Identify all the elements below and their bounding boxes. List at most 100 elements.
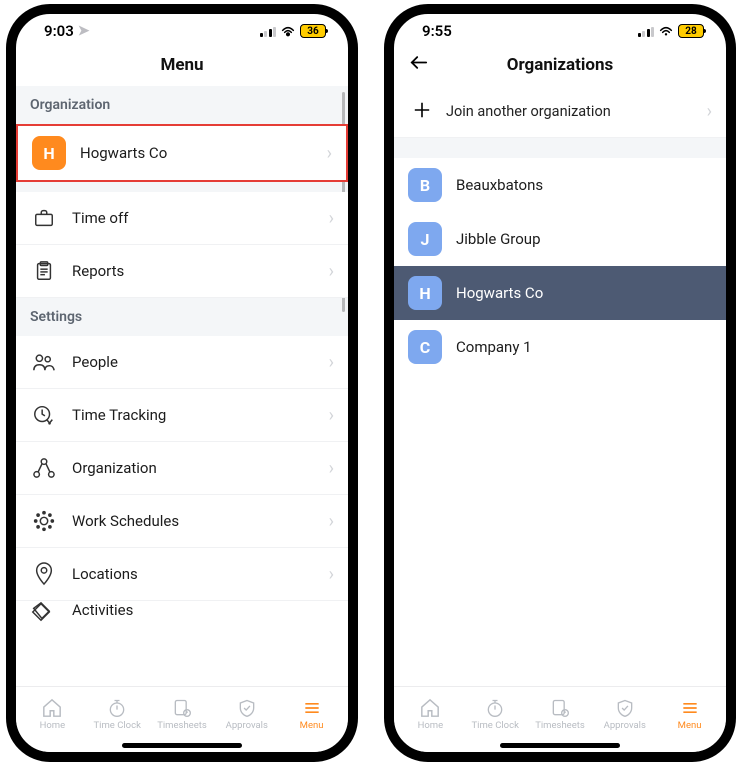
- chevron-right-icon: ›: [327, 143, 332, 164]
- screen-header: Menu: [16, 44, 348, 86]
- org-row-beauxbatons[interactable]: B Beauxbatons: [394, 158, 726, 212]
- org-row-hogwarts[interactable]: H Hogwarts Co: [394, 266, 726, 320]
- screen-header: Organizations: [394, 44, 726, 86]
- menu-item-locations[interactable]: Locations ›: [16, 548, 348, 601]
- screen-title: Menu: [160, 55, 203, 75]
- org-row-jibble-group[interactable]: J Jibble Group: [394, 212, 726, 266]
- cellular-signal-icon: [638, 26, 655, 37]
- home-icon: [419, 698, 441, 718]
- shield-check-icon: [236, 698, 258, 718]
- menu-item-label: People: [72, 353, 329, 371]
- timesheets-icon: [549, 698, 571, 718]
- chevron-right-icon: ›: [707, 101, 712, 122]
- status-icons: 36: [260, 24, 327, 38]
- chevron-right-icon: ›: [329, 458, 334, 479]
- screen: 9:03 ➤ 36 Menu Organization: [16, 14, 348, 752]
- tab-approvals[interactable]: Approvals: [217, 698, 277, 731]
- menu-item-work-schedules[interactable]: Work Schedules ›: [16, 495, 348, 548]
- menu-item-label: Time off: [72, 209, 329, 227]
- tab-label: Timesheets: [535, 720, 585, 731]
- shield-check-icon: [614, 698, 636, 718]
- tab-menu[interactable]: Menu: [660, 698, 720, 731]
- stopwatch-icon: [484, 698, 506, 718]
- clipboard-icon: [30, 260, 58, 282]
- tab-label: Time Clock: [93, 720, 140, 731]
- gear-dots-icon: [30, 509, 58, 533]
- wifi-icon: [280, 25, 296, 37]
- org-name: Jibble Group: [456, 230, 541, 248]
- status-bar: 9:03 ➤ 36: [16, 14, 348, 44]
- organization-row[interactable]: H Hogwarts Co ›: [16, 124, 348, 182]
- tab-label: Menu: [300, 720, 324, 731]
- battery-indicator: 28: [678, 24, 704, 38]
- cellular-signal-icon: [260, 26, 277, 37]
- join-organization-row[interactable]: Join another organization ›: [394, 86, 726, 138]
- chevron-right-icon: ›: [329, 208, 334, 229]
- tab-label: Approvals: [226, 720, 268, 731]
- chevron-right-icon: ›: [329, 511, 334, 532]
- menu-item-timeoff[interactable]: Time off ›: [16, 192, 348, 245]
- menu-item-label: Reports: [72, 262, 329, 280]
- tab-home[interactable]: Home: [22, 698, 82, 731]
- menu-item-label: Work Schedules: [72, 512, 329, 530]
- tab-label: Approvals: [604, 720, 646, 731]
- tab-home[interactable]: Home: [400, 698, 460, 731]
- wifi-icon: [658, 25, 674, 37]
- menu-list: Organization H Hogwarts Co › Time off › …: [16, 86, 348, 686]
- menu-item-activities[interactable]: Activities: [16, 601, 348, 623]
- tab-label: Timesheets: [157, 720, 207, 731]
- tab-timesheets[interactable]: Timesheets: [152, 698, 212, 731]
- status-time: 9:03: [44, 22, 74, 40]
- tab-menu[interactable]: Menu: [282, 698, 342, 731]
- menu-item-people[interactable]: People ›: [16, 336, 348, 389]
- phone-organizations: 9:55 28 Organizations: [384, 4, 736, 762]
- menu-item-label: Time Tracking: [72, 406, 329, 424]
- plus-svg-icon: [413, 101, 431, 119]
- menu-item-label: Locations: [72, 565, 329, 583]
- tab-label: Home: [40, 720, 66, 731]
- arrow-left-icon: [408, 54, 430, 72]
- status-bar: 9:55 28: [394, 14, 726, 44]
- tab-approvals[interactable]: Approvals: [595, 698, 655, 731]
- org-name: Hogwarts Co: [80, 144, 327, 162]
- briefcase-icon: [30, 207, 58, 229]
- menu-item-time-tracking[interactable]: Time Tracking ›: [16, 389, 348, 442]
- menu-lines-icon: [679, 698, 701, 718]
- stopwatch-icon: [106, 698, 128, 718]
- tab-timesheets[interactable]: Timesheets: [530, 698, 590, 731]
- status-time-area: 9:55: [422, 22, 452, 40]
- tab-label: Menu: [678, 720, 702, 731]
- org-name: Hogwarts Co: [456, 284, 543, 302]
- org-badge-icon: C: [408, 330, 442, 364]
- menu-item-label: Organization: [72, 459, 329, 477]
- home-indicator: [122, 743, 242, 748]
- tab-time-clock[interactable]: Time Clock: [465, 698, 525, 731]
- status-time-area: 9:03 ➤: [44, 22, 90, 40]
- people-icon: [30, 351, 58, 373]
- tab-label: Time Clock: [471, 720, 518, 731]
- screen-title: Organizations: [507, 55, 613, 75]
- chevron-right-icon: ›: [329, 352, 334, 373]
- timesheets-icon: [171, 698, 193, 718]
- org-badge-icon: B: [408, 168, 442, 202]
- battery-level: 36: [307, 26, 318, 37]
- plus-icon: [408, 100, 436, 124]
- section-header-organization: Organization: [16, 86, 348, 124]
- menu-item-reports[interactable]: Reports ›: [16, 245, 348, 298]
- org-badge-icon: H: [32, 136, 66, 170]
- status-icons: 28: [638, 24, 705, 38]
- org-badge-icon: J: [408, 222, 442, 256]
- home-indicator: [500, 743, 620, 748]
- tab-bar: Home Time Clock Timesheets Approvals Men…: [16, 686, 348, 752]
- battery-level: 28: [685, 26, 696, 37]
- org-row-company-1[interactable]: C Company 1: [394, 320, 726, 374]
- tab-label: Home: [418, 720, 444, 731]
- back-button[interactable]: [408, 54, 430, 77]
- tab-time-clock[interactable]: Time Clock: [87, 698, 147, 731]
- menu-lines-icon: [301, 698, 323, 718]
- location-arrow-icon: ➤: [78, 23, 90, 39]
- menu-item-organization[interactable]: Organization ›: [16, 442, 348, 495]
- battery-indicator: 36: [300, 24, 326, 38]
- tag-icon: [30, 601, 58, 623]
- org-list: Join another organization › B Beauxbaton…: [394, 86, 726, 686]
